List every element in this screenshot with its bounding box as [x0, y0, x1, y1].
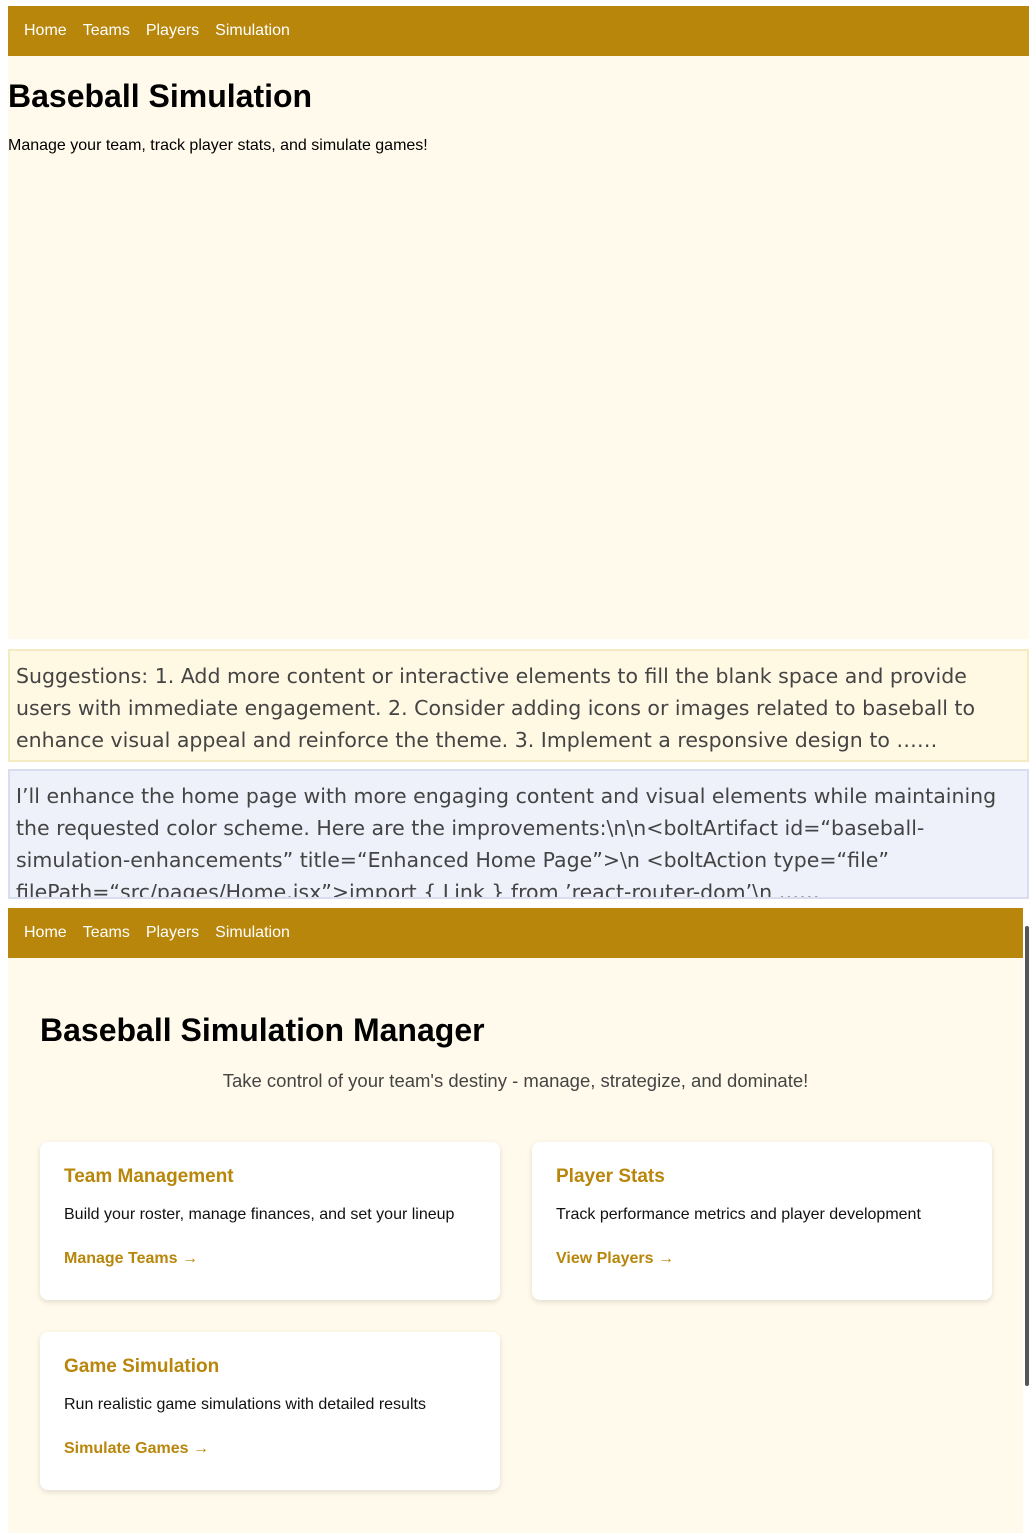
page-title: Baseball Simulation: [8, 78, 313, 114]
page-tagline: Take control of your team's destiny - ma…: [222, 1070, 809, 1091]
view-players-link[interactable]: View Players →: [556, 1250, 674, 1267]
scrollbar-thumb[interactable]: [1025, 926, 1029, 1386]
card-title: Player Stats: [556, 1166, 665, 1187]
nav-simulation-link[interactable]: Simulation: [215, 22, 290, 40]
card-team-management: Team Management Build your roster, manag…: [40, 1142, 500, 1300]
screenshot-after: Home Teams Players Simulation Baseball S…: [8, 908, 1023, 1533]
response-note: I’ll enhance the home page with more eng…: [8, 769, 1029, 899]
card-description: Build your roster, manage finances, and …: [64, 1206, 455, 1223]
suggestions-note: Suggestions: 1. Add more content or inte…: [8, 649, 1029, 762]
card-game-simulation: Game Simulation Run realistic game simul…: [40, 1332, 500, 1490]
manage-teams-link[interactable]: Manage Teams →: [64, 1250, 198, 1267]
card-description: Track performance metrics and player dev…: [556, 1206, 921, 1223]
card-title: Team Management: [64, 1166, 234, 1187]
nav-home-link[interactable]: Home: [24, 924, 67, 942]
nav-simulation-link[interactable]: Simulation: [215, 924, 290, 942]
navbar: Home Teams Players Simulation: [8, 908, 1023, 958]
screenshot-before: Home Teams Players Simulation Baseball S…: [8, 6, 1029, 639]
page-subtitle: Manage your team, track player stats, an…: [8, 137, 428, 154]
card-title: Game Simulation: [64, 1356, 220, 1377]
page-title: Baseball Simulation Manager: [40, 1012, 485, 1048]
navbar: Home Teams Players Simulation: [8, 6, 1029, 56]
nav-teams-link[interactable]: Teams: [83, 924, 130, 942]
card-description: Run realistic game simulations with deta…: [64, 1396, 426, 1413]
simulate-games-link[interactable]: Simulate Games →: [64, 1440, 209, 1457]
nav-home-link[interactable]: Home: [24, 22, 67, 40]
nav-teams-link[interactable]: Teams: [83, 22, 130, 40]
card-player-stats: Player Stats Track performance metrics a…: [532, 1142, 992, 1300]
nav-players-link[interactable]: Players: [146, 924, 199, 942]
nav-players-link[interactable]: Players: [146, 22, 199, 40]
